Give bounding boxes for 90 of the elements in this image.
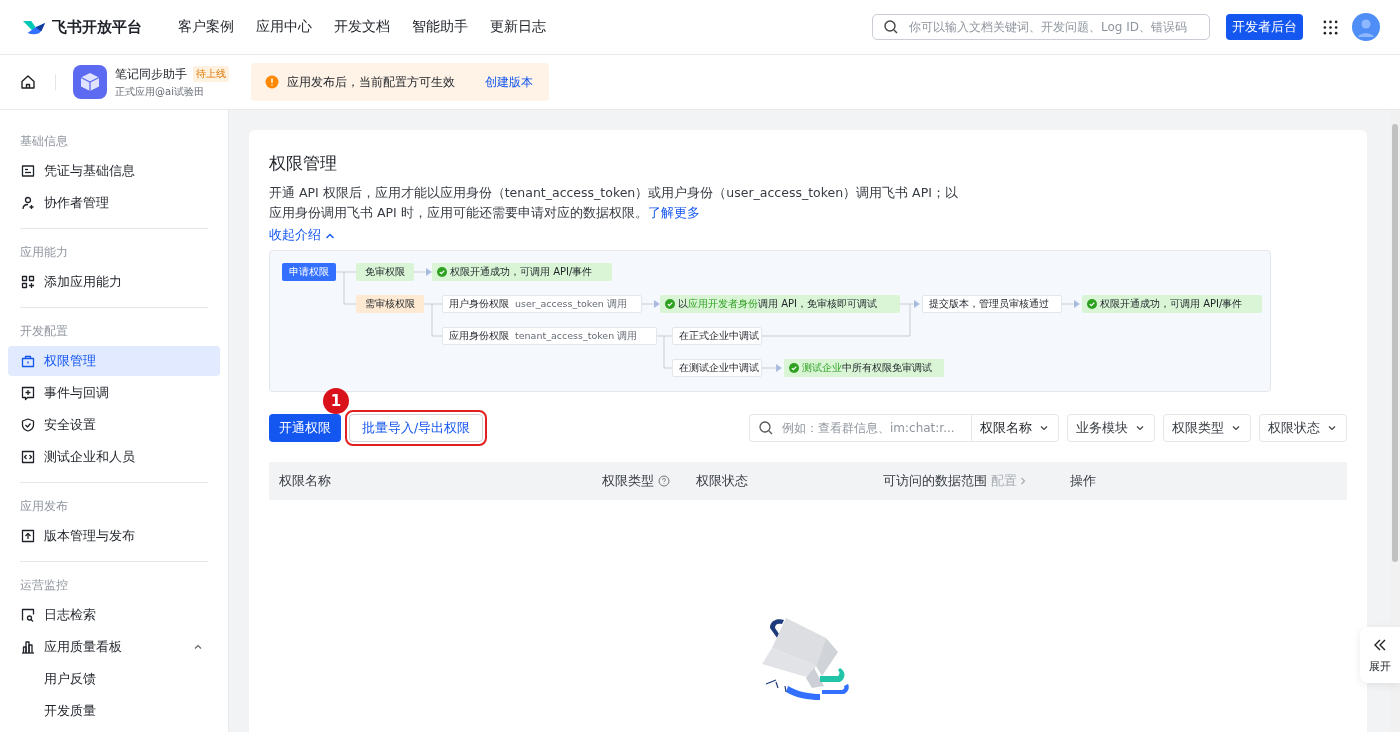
notice-text: 应用发布后，当前配置方可生效 xyxy=(287,73,455,91)
bar-chart-icon xyxy=(20,639,36,655)
collapse-intro-link[interactable]: 收起介绍 xyxy=(269,227,336,244)
credentials-icon xyxy=(20,163,36,179)
flow-node: 权限开通成功，可调用 API/事件 xyxy=(1082,295,1262,313)
check-circle-icon xyxy=(665,299,675,309)
flow-node: 免审权限 xyxy=(356,263,414,281)
app-subtitle: 正式应用@ai试验田 xyxy=(115,84,205,99)
avatar[interactable] xyxy=(1352,13,1380,41)
expand-label: 展开 xyxy=(1369,658,1391,674)
sidebar-subitem[interactable]: 开发质量 xyxy=(8,696,220,726)
log-search-icon xyxy=(20,607,36,623)
filter-dropdown[interactable]: 权限类型 xyxy=(1163,414,1251,442)
upload-icon xyxy=(20,528,36,544)
sidebar-item[interactable]: 版本管理与发布 xyxy=(8,521,220,551)
column-header: 可访问的数据范围 xyxy=(883,472,987,490)
expand-panel-tab[interactable]: 展开 xyxy=(1360,627,1400,683)
learn-more-link[interactable]: 了解更多 xyxy=(647,205,700,220)
sidebar-item[interactable]: 测试企业和人员 xyxy=(8,442,220,472)
column-header: 操作 xyxy=(1070,472,1096,490)
search-field[interactable]: 你可以输入文档关键词、开发问题、Log ID、错误码 xyxy=(872,14,1210,40)
sidebar-section-title: 开发配置 xyxy=(19,323,69,340)
flow-node: 测试企业中所有权限免审调试 xyxy=(784,359,944,377)
flow-node: 权限开通成功，可调用 API/事件 xyxy=(432,263,612,281)
flow-node: 用户身份权限 user_access_token 调用 xyxy=(442,295,642,313)
sidebar-section-title: 运营监控 xyxy=(19,577,69,594)
search-scope-dropdown[interactable]: 权限名称 xyxy=(971,414,1059,442)
sidebar-item[interactable]: 凭证与基础信息 xyxy=(8,156,220,186)
search-icon xyxy=(758,420,774,436)
page-title: 权限管理 xyxy=(269,152,338,175)
connector-line xyxy=(656,335,673,369)
check-circle-icon xyxy=(1087,299,1097,309)
sidebar-section-title: 应用能力 xyxy=(19,244,69,261)
site-logo-text[interactable]: 飞书开放平台 xyxy=(52,17,142,37)
status-badge: 待上线 xyxy=(193,66,229,82)
flow-node: 应用身份权限 tenant_access_token 调用 xyxy=(442,327,657,345)
sidebar-item[interactable]: 日志检索 xyxy=(8,600,220,630)
flow-node: 申请权限 xyxy=(282,263,336,281)
column-header: 权限类型 xyxy=(602,472,654,490)
home-icon[interactable] xyxy=(20,74,36,90)
apps-grid-icon[interactable] xyxy=(1323,19,1338,35)
sidebar-section-title: 基础信息 xyxy=(19,133,69,150)
sidebar-item[interactable]: 添加应用能力 xyxy=(8,267,220,297)
open-permission-button[interactable]: 开通权限 xyxy=(269,414,341,442)
flow-node: 以应用开发者身份调用 API，免审核即可调试 xyxy=(660,295,900,313)
column-header: 权限名称 xyxy=(279,472,331,490)
nav-link[interactable]: 应用中心 xyxy=(256,18,312,36)
sidebar-item[interactable]: 协作者管理 xyxy=(8,188,220,218)
permission-search-field[interactable]: 例如：查看群信息、im:chat:r... xyxy=(749,414,971,442)
arrow-connector xyxy=(1061,300,1080,308)
filter-dropdown[interactable]: 业务模块 xyxy=(1067,414,1155,442)
arrow-connector xyxy=(641,300,660,308)
flow-node: 在测试企业中调试 xyxy=(672,359,762,377)
nav-link[interactable]: 智能助手 xyxy=(412,18,468,36)
search-icon xyxy=(883,19,899,35)
flow-node: 需审核权限 xyxy=(356,295,424,313)
grid-add-icon xyxy=(20,274,36,290)
code-icon xyxy=(20,449,36,465)
arrow-connector xyxy=(761,364,782,372)
sidebar-item[interactable]: 事件与回调 xyxy=(8,378,220,408)
user-add-icon xyxy=(20,195,36,211)
create-version-link[interactable]: 创建版本 xyxy=(485,73,533,91)
sidebar-item[interactable]: 安全设置 xyxy=(8,410,220,440)
nav-link[interactable]: 开发文档 xyxy=(334,18,390,36)
app-icon xyxy=(73,65,107,99)
sidebar-item[interactable]: 应用质量看板 xyxy=(8,632,220,662)
connector-line xyxy=(335,271,357,305)
lock-icon xyxy=(20,353,36,369)
sidebar-section-title: 应用发布 xyxy=(19,498,69,515)
warning-icon xyxy=(265,75,279,89)
help-icon[interactable] xyxy=(658,475,670,487)
sidebar-subitem[interactable]: 用户反馈 xyxy=(8,664,220,694)
sidebar-item[interactable]: 权限管理 xyxy=(8,346,220,376)
filter-dropdown[interactable]: 权限状态 xyxy=(1259,414,1347,442)
app-name: 笔记同步助手 xyxy=(115,65,187,83)
description-text: 开通 API 权限后，应用才能以应用身份（tenant_access_token）或用户身份（user_access_token）调用飞书 API；以应用身份调用飞书 API 时，应用可能还需要申请对应的数据权限。了解更多 xyxy=(269,184,959,222)
step-marker: 1 xyxy=(323,388,349,414)
nav-link[interactable]: 客户案例 xyxy=(178,18,234,36)
developer-console-button[interactable]: 开发者后台 xyxy=(1226,14,1303,40)
nav-link[interactable]: 更新日志 xyxy=(490,18,546,36)
flow-node: 提交版本，管理员审核通过 xyxy=(922,295,1062,313)
column-header: 权限状态 xyxy=(696,472,748,490)
check-circle-icon xyxy=(789,363,799,373)
scrollbar[interactable] xyxy=(1390,110,1400,732)
check-circle-icon xyxy=(437,267,447,277)
shield-icon xyxy=(20,417,36,433)
arrow-connector xyxy=(413,268,432,276)
event-icon xyxy=(20,385,36,401)
connector-line xyxy=(423,303,443,337)
flow-node: 在正式企业中调试 xyxy=(672,327,762,345)
